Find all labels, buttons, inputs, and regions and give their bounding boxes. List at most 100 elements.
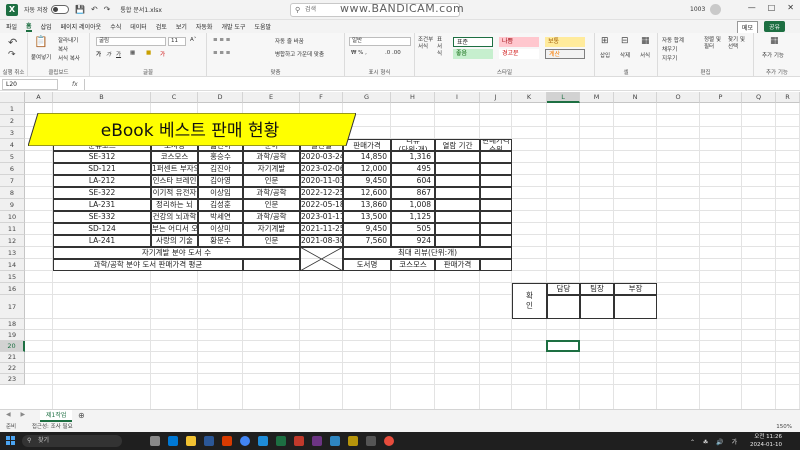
tab-home[interactable]: 홈 <box>26 21 32 32</box>
windows-start-icon[interactable] <box>6 436 16 446</box>
insert-cells-icon[interactable]: ⊞ <box>601 36 609 46</box>
copy-button[interactable]: 복사 <box>58 45 68 53</box>
bold-icon[interactable]: 가 <box>96 50 101 58</box>
cut-button[interactable]: 잘라내기 <box>58 36 78 44</box>
row-header-3[interactable]: 3 <box>0 127 25 139</box>
row-header-4[interactable]: 4 <box>0 139 25 151</box>
align-top-icon[interactable]: ≡ ≡ ≡ <box>213 37 230 43</box>
autosum-button[interactable]: 자동 합계 <box>662 36 684 44</box>
wrap-text-button[interactable]: 자동 줄 바꿈 <box>275 37 304 45</box>
row-header-8[interactable]: 8 <box>0 187 25 199</box>
table-format-button[interactable]: 표 서식 <box>437 37 447 58</box>
row-header-15[interactable]: 15 <box>0 271 25 283</box>
file-explorer-icon[interactable] <box>186 436 196 446</box>
chrome-icon[interactable] <box>240 436 250 446</box>
conditional-format-button[interactable]: 조건부 서식 <box>418 37 434 51</box>
delete-cells-icon[interactable]: ⊟ <box>621 36 629 46</box>
row-header-19[interactable]: 19 <box>0 330 25 341</box>
column-header-i[interactable]: I <box>435 92 480 103</box>
number-format-select[interactable]: 일반 <box>349 37 411 46</box>
tab-page-layout[interactable]: 페이지 레이아웃 <box>61 22 102 31</box>
tab-automate[interactable]: 자동화 <box>196 22 213 31</box>
autosave-toggle[interactable] <box>51 5 69 14</box>
row-header-21[interactable]: 21 <box>0 352 25 363</box>
paste-icon[interactable]: 📋 <box>34 35 48 48</box>
edge-icon[interactable] <box>168 436 178 446</box>
insert-button[interactable]: 삽입 <box>600 51 610 59</box>
style-neutral[interactable]: 보통 <box>545 37 585 47</box>
row-header-10[interactable]: 10 <box>0 211 25 223</box>
delete-button[interactable]: 삭제 <box>620 51 630 59</box>
style-warning[interactable]: 경고문 <box>499 49 539 59</box>
app-icon[interactable] <box>330 436 340 446</box>
row-header-7[interactable]: 7 <box>0 175 25 187</box>
maximize-icon[interactable]: □ <box>768 3 776 12</box>
row-header-23[interactable]: 23 <box>0 374 25 385</box>
app-icon[interactable] <box>294 436 304 446</box>
row-header-22[interactable]: 22 <box>0 363 25 374</box>
redo-icon[interactable]: ↷ <box>8 50 16 60</box>
select-all-corner[interactable] <box>0 92 25 103</box>
clock[interactable]: 오전 11:26 2024-01-10 <box>750 433 782 449</box>
row-header-17[interactable]: 17 <box>0 295 25 319</box>
find-select-button[interactable]: 찾기 및 선택 <box>728 37 748 51</box>
accessibility-status[interactable]: 접근성: 조사 필요 <box>32 424 73 430</box>
italic-icon[interactable]: 가 <box>106 50 111 58</box>
column-header-o[interactable]: O <box>657 92 700 103</box>
row-header-20[interactable]: 20 <box>0 341 25 352</box>
tab-view[interactable]: 보기 <box>176 22 187 31</box>
tab-data[interactable]: 데이터 <box>130 22 147 31</box>
row-header-16[interactable]: 16 <box>0 283 25 295</box>
sheet-tab-1[interactable]: 제1작업 <box>40 410 73 422</box>
column-header-l[interactable]: L <box>547 92 580 103</box>
border-icon[interactable]: ▦ <box>130 50 135 56</box>
row-header-1[interactable]: 1 <box>0 103 25 115</box>
font-name-select[interactable]: 굴림 <box>96 37 166 46</box>
paste-button[interactable]: 붙여넣기 <box>31 53 51 61</box>
fx-icon[interactable]: fx <box>72 81 78 88</box>
column-header-h[interactable]: H <box>391 92 435 103</box>
style-normal[interactable]: 표준 <box>453 37 493 47</box>
row-header-11[interactable]: 11 <box>0 223 25 235</box>
addins-icon[interactable]: ▦ <box>770 36 779 46</box>
font-size-select[interactable]: 11 <box>168 37 186 46</box>
close-icon[interactable]: ✕ <box>787 3 794 12</box>
tab-formulas[interactable]: 수식 <box>110 22 121 31</box>
avatar[interactable] <box>710 4 722 15</box>
style-good[interactable]: 좋음 <box>453 49 493 59</box>
align-left-icon[interactable]: ≡ ≡ ≡ <box>213 50 230 56</box>
tab-developer[interactable]: 개발 도구 <box>221 22 245 31</box>
system-tray-icons[interactable]: ⌃ ☘ 🔊 가 <box>690 437 740 446</box>
tab-file[interactable]: 파일 <box>6 22 17 31</box>
selected-cell-l20[interactable] <box>546 340 580 352</box>
add-sheet-icon[interactable]: ⊕ <box>78 411 85 420</box>
column-header-g[interactable]: G <box>343 92 391 103</box>
row-header-13[interactable]: 13 <box>0 247 25 259</box>
minimize-icon[interactable]: — <box>748 3 756 12</box>
row-header-18[interactable]: 18 <box>0 319 25 330</box>
column-header-m[interactable]: M <box>580 92 614 103</box>
formula-input[interactable] <box>83 78 784 90</box>
bandicam-icon[interactable] <box>384 436 394 446</box>
column-header-k[interactable]: K <box>512 92 547 103</box>
row-header-9[interactable]: 9 <box>0 199 25 211</box>
row-header-2[interactable]: 2 <box>0 115 25 127</box>
row-header-12[interactable]: 12 <box>0 235 25 247</box>
task-view-icon[interactable] <box>150 436 160 446</box>
fill-color-icon[interactable]: ■ <box>146 50 151 56</box>
addins-button[interactable]: 추가 기능 <box>762 51 784 59</box>
grow-font-icon[interactable]: A˃ <box>190 37 197 43</box>
clear-button[interactable]: 지우기 <box>662 54 677 62</box>
column-header-c[interactable]: C <box>151 92 198 103</box>
undo-icon[interactable]: ↶ <box>91 5 98 14</box>
app-icon[interactable] <box>348 436 358 446</box>
excel-taskbar-icon[interactable] <box>276 436 286 446</box>
fill-button[interactable]: 채우기 <box>662 45 677 53</box>
column-header-e[interactable]: E <box>243 92 300 103</box>
row-header-14[interactable]: 14 <box>0 259 25 271</box>
app-icon[interactable] <box>312 436 322 446</box>
column-header-j[interactable]: J <box>480 92 512 103</box>
undo-icon[interactable]: ↶ <box>8 36 17 49</box>
underline-icon[interactable]: 가 <box>116 50 121 58</box>
row-header-6[interactable]: 6 <box>0 163 25 175</box>
